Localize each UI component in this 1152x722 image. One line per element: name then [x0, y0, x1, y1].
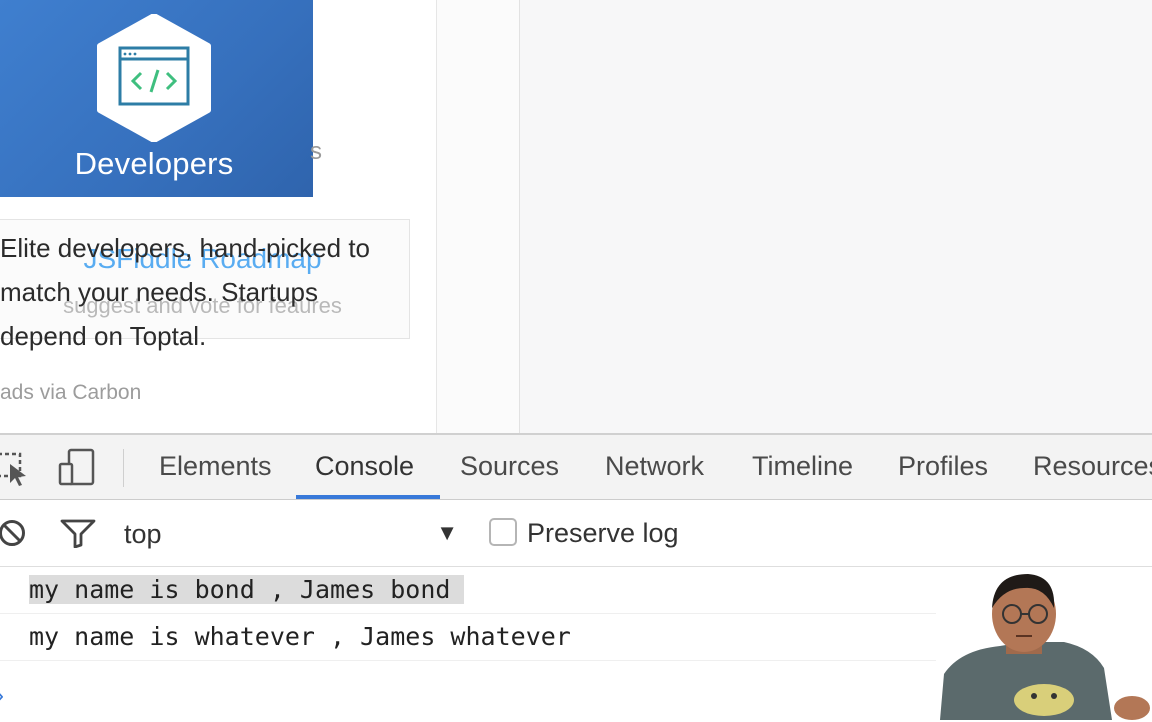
device-mode-icon[interactable]: [58, 448, 98, 488]
presenter-webcam-overlay: [936, 568, 1152, 720]
ad-banner-image[interactable]: Developers: [0, 0, 313, 197]
clear-console-icon[interactable]: [0, 518, 28, 548]
tab-profiles[interactable]: Profiles: [898, 451, 988, 482]
ads-attribution[interactable]: ads via Carbon: [0, 381, 141, 405]
ad-copy-line: match your needs. Startups: [0, 277, 318, 307]
tab-sources[interactable]: Sources: [460, 451, 559, 482]
preserve-log-checkbox[interactable]: [489, 518, 517, 546]
tab-resources[interactable]: Resources: [1033, 451, 1152, 482]
context-selector[interactable]: top ▼: [124, 517, 464, 549]
console-message-text: my name is whatever , James whatever: [29, 622, 571, 651]
ad-copy-line: depend on Toptal.: [0, 321, 207, 351]
console-message-text: my name is bond , James bond: [29, 575, 465, 604]
ad-copy-line: Elite developers, hand-picked to: [0, 233, 371, 263]
ad-column: Developers s JSFiddle Roadmap suggest an…: [0, 0, 437, 433]
context-value: top: [124, 519, 162, 549]
page-preview: Developers s JSFiddle Roadmap suggest an…: [0, 0, 1152, 433]
console-filter-bar: top ▼ Preserve log: [0, 500, 1152, 567]
preserve-log-label[interactable]: Preserve log: [527, 518, 679, 549]
active-tab-indicator: [296, 495, 440, 499]
chevron-down-icon: ▼: [436, 520, 458, 545]
tab-elements[interactable]: Elements: [159, 451, 272, 482]
console-prompt-icon[interactable]: ›: [0, 682, 4, 710]
toolbar-separator: [123, 449, 124, 487]
pane-divider: [437, 0, 520, 433]
tab-network[interactable]: Network: [605, 451, 704, 482]
result-pane: [520, 0, 1152, 433]
tab-timeline[interactable]: Timeline: [752, 451, 853, 482]
ad-copy[interactable]: Elite developers, hand-picked to match y…: [0, 226, 420, 358]
code-window-icon: [97, 14, 211, 142]
tab-console[interactable]: Console: [315, 451, 414, 482]
ad-brand-label: Developers: [74, 146, 234, 181]
inspect-element-icon[interactable]: [0, 448, 30, 488]
devtools-tabbar: Elements Console Sources Network Timelin…: [0, 435, 1152, 500]
filter-icon[interactable]: [60, 518, 96, 548]
stray-text: s: [310, 138, 322, 165]
